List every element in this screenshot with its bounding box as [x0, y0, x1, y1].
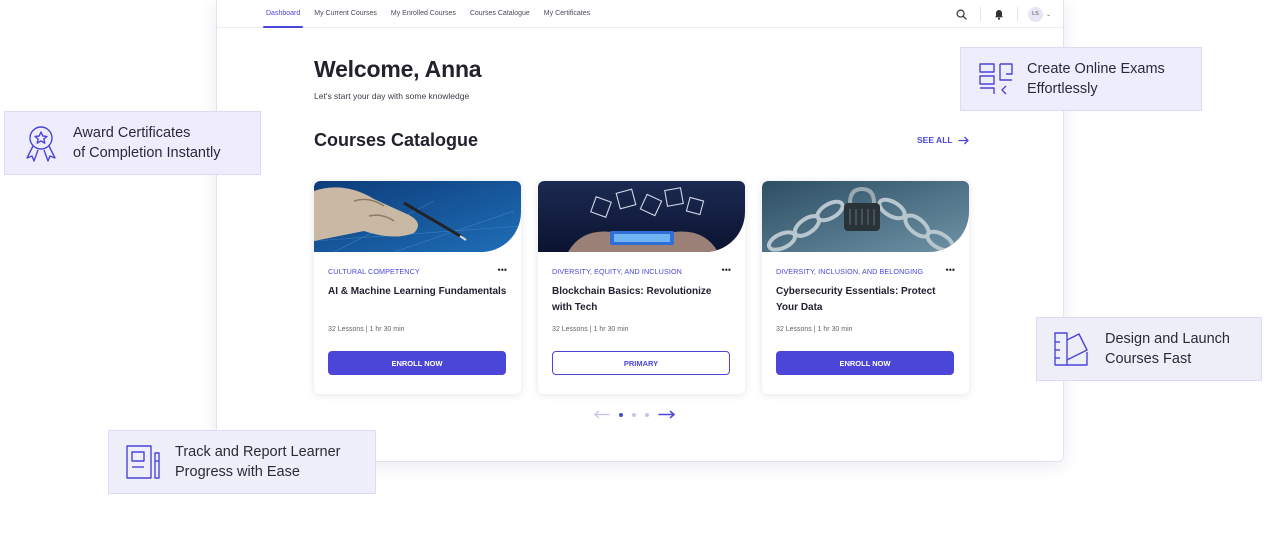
feature-callout-design-courses: Design and Launch Courses Fast	[1036, 317, 1262, 381]
course-meta: 32 Lessons | 1 hr 30 min	[776, 326, 853, 333]
feature-callout-track-progress: Track and Report Learner Progress with E…	[108, 430, 376, 494]
nav-link-my-enrolled-courses[interactable]: My Enrolled Courses	[388, 0, 459, 28]
nav-link-dashboard[interactable]: Dashboard	[263, 0, 304, 28]
see-all-link[interactable]: SEE ALL	[917, 135, 969, 145]
pager-dot[interactable]	[645, 412, 649, 417]
pager-dot-active[interactable]	[619, 412, 623, 417]
course-category: CULTURAL COMPETENCY	[328, 267, 420, 276]
course-card[interactable]: DIVERSITY, INCLUSION, AND BELONGING ••• …	[762, 181, 969, 394]
top-navigation: Dashboard My Current Courses My Enrolled…	[217, 0, 1063, 28]
course-image-blockchain	[538, 181, 745, 252]
feature-callout-online-exams: Create Online Exams Effortlessly	[960, 47, 1202, 111]
more-options-icon[interactable]: •••	[498, 265, 507, 275]
callout-line: Courses Fast	[1105, 351, 1192, 367]
user-menu[interactable]: LS ⌄	[1027, 6, 1051, 22]
primary-button[interactable]: PRIMARY	[552, 351, 730, 375]
see-all-label: SEE ALL	[917, 135, 953, 145]
enroll-now-button[interactable]: ENROLL NOW	[776, 351, 954, 375]
carousel-pager	[594, 410, 675, 419]
chevron-down-icon: ⌄	[1045, 11, 1051, 18]
more-options-icon[interactable]: •••	[722, 265, 731, 275]
nav-actions: LS ⌄	[954, 5, 1051, 23]
design-tools-icon	[1051, 329, 1091, 369]
course-category: DIVERSITY, INCLUSION, AND BELONGING	[776, 267, 924, 276]
bell-icon[interactable]	[991, 6, 1007, 22]
more-options-icon[interactable]: •••	[946, 265, 955, 275]
callout-text: Award Certificates of Completion Instant…	[73, 123, 221, 163]
page-title: Welcome, Anna	[314, 56, 482, 82]
nav-link-my-current-courses[interactable]: My Current Courses	[311, 0, 380, 28]
section-title: Courses Catalogue	[314, 130, 479, 150]
nav-link-courses-catalogue[interactable]: Courses Catalogue	[467, 0, 533, 28]
course-cards: CULTURAL COMPETENCY ••• AI & Machine Lea…	[314, 181, 969, 394]
course-card[interactable]: CULTURAL COMPETENCY ••• AI & Machine Lea…	[314, 181, 521, 394]
course-title: AI & Machine Learning Fundamentals	[328, 286, 507, 297]
feature-callout-award-certificates: Award Certificates of Completion Instant…	[4, 111, 261, 175]
course-meta: 32 Lessons | 1 hr 30 min	[552, 326, 629, 333]
nav-link-my-certificates[interactable]: My Certificates	[541, 0, 593, 28]
callout-text: Track and Report Learner Progress with E…	[175, 442, 341, 482]
callout-line: Create Online Exams	[1027, 61, 1165, 77]
callout-text: Design and Launch Courses Fast	[1105, 329, 1230, 369]
pager-dot[interactable]	[632, 412, 636, 417]
screenshot-stage: Dashboard My Current Courses My Enrolled…	[0, 0, 1280, 534]
course-category: DIVERSITY, EQUITY, AND INCLUSION	[552, 267, 682, 276]
callout-line: of Completion Instantly	[73, 145, 221, 161]
avatar: LS	[1027, 6, 1043, 22]
enroll-now-button[interactable]: ENROLL NOW	[328, 351, 506, 375]
nav-divider	[979, 7, 981, 21]
callout-line: Track and Report Learner	[175, 444, 341, 460]
course-title: Blockchain Basics: Revolutionize with Te…	[552, 286, 712, 313]
callout-line: Effortlessly	[1027, 81, 1098, 97]
search-icon[interactable]	[954, 6, 970, 22]
callout-text: Create Online Exams Effortlessly	[1027, 59, 1165, 99]
course-image-chain-padlock	[762, 181, 969, 252]
callout-line: Award Certificates	[73, 125, 191, 141]
course-image-robot-hand	[314, 181, 521, 252]
report-document-icon	[123, 442, 163, 482]
course-title: Cybersecurity Essentials: Protect Your D…	[776, 286, 936, 313]
arrow-right-icon[interactable]	[658, 410, 675, 419]
award-ribbon-icon	[21, 123, 61, 163]
arrow-right-icon	[958, 136, 969, 144]
callout-line: Progress with Ease	[175, 464, 300, 480]
page-subtitle: Let's start your day with some knowledge	[314, 91, 470, 101]
exam-layout-icon	[977, 59, 1017, 99]
course-meta: 32 Lessons | 1 hr 30 min	[328, 326, 405, 333]
nav-divider	[1016, 7, 1018, 21]
callout-line: Design and Launch	[1105, 331, 1230, 347]
arrow-left-icon[interactable]	[594, 410, 610, 419]
course-card[interactable]: DIVERSITY, EQUITY, AND INCLUSION ••• Blo…	[538, 181, 745, 394]
lms-app-window: Dashboard My Current Courses My Enrolled…	[216, 0, 1064, 462]
nav-links: Dashboard My Current Courses My Enrolled…	[263, 0, 593, 28]
